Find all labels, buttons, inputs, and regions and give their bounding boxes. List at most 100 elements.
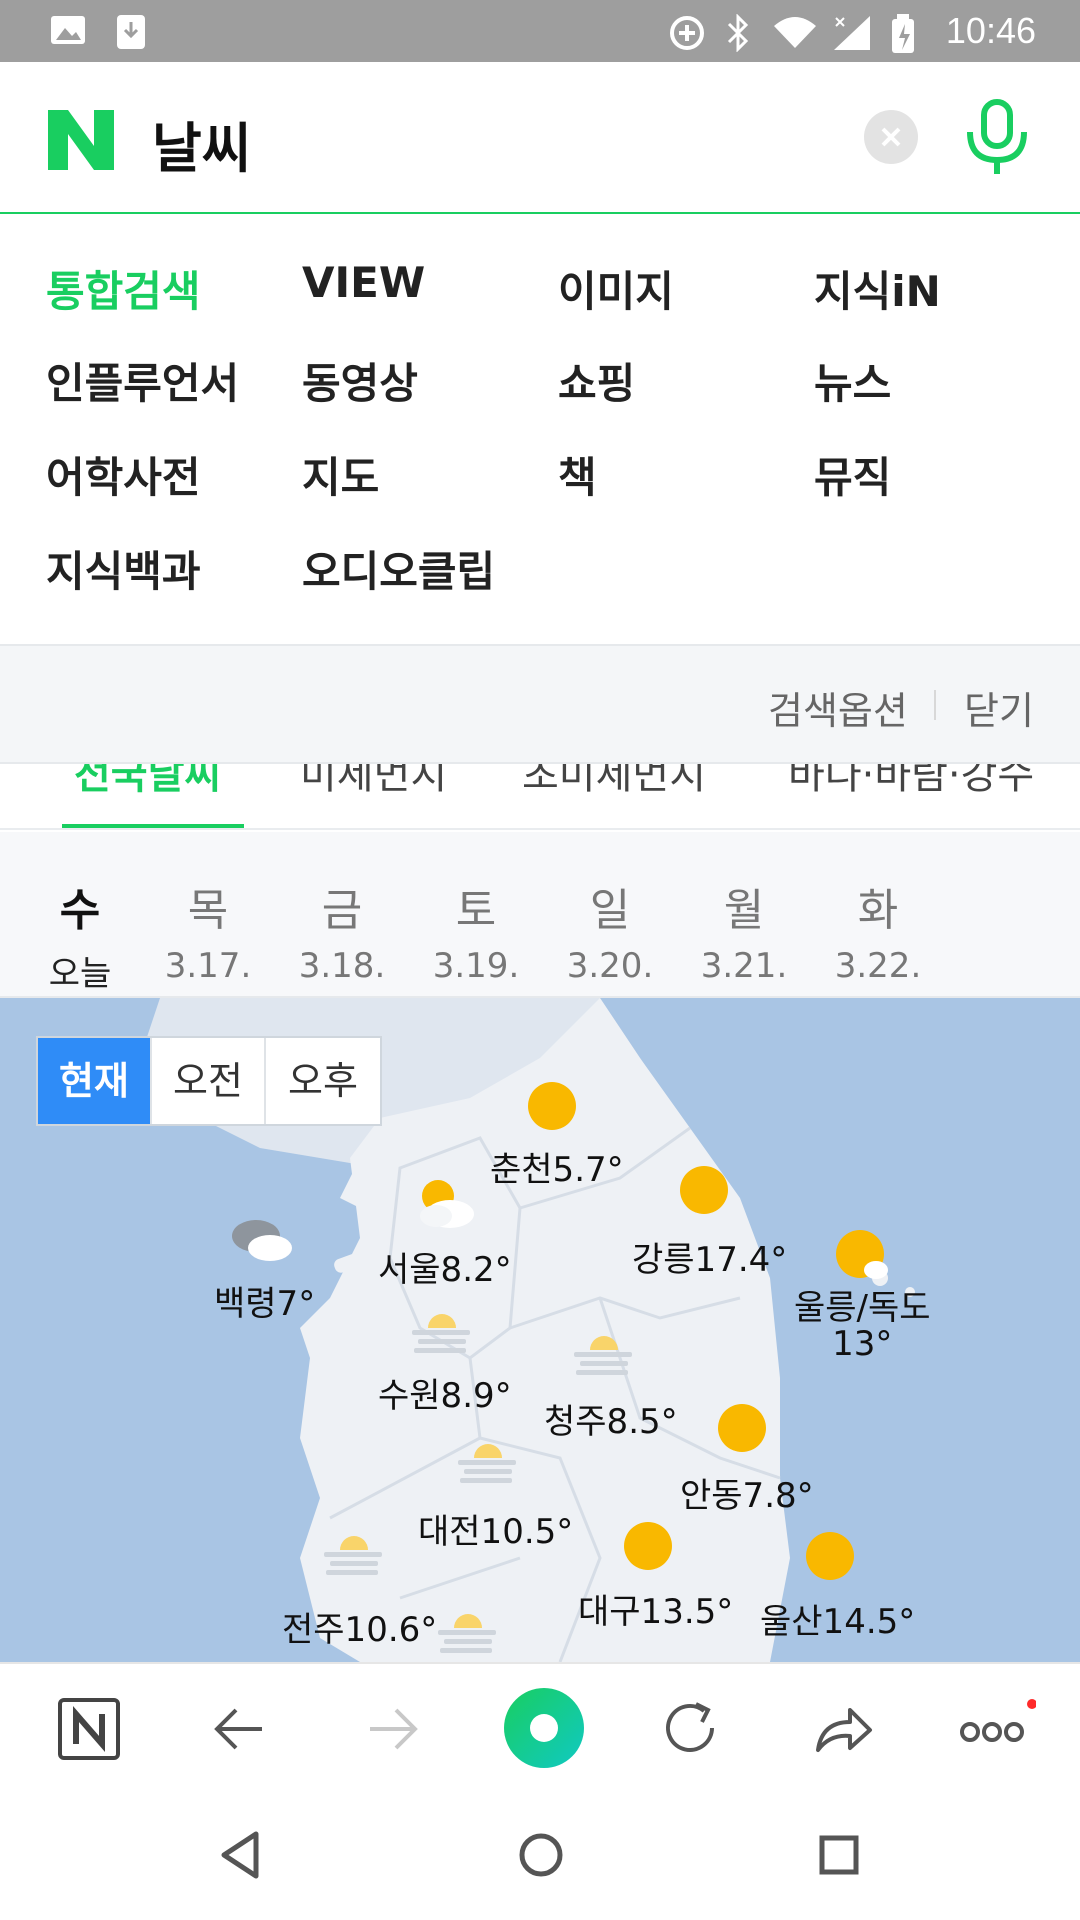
sun-icon	[680, 1166, 728, 1214]
city-daegu[interactable]: 대구13.5°	[578, 1584, 733, 1633]
haze-icon	[438, 1614, 496, 1653]
partly-cloudy-icon	[420, 1180, 474, 1228]
microphone-icon	[967, 99, 1027, 174]
day-fri[interactable]: 금 3.18.	[282, 832, 402, 986]
cloud-icon	[232, 1220, 292, 1261]
close-icon	[881, 127, 901, 147]
haze-icon	[324, 1536, 382, 1575]
city-seoul[interactable]: 서울8.2°	[378, 1242, 512, 1291]
day-label: 금	[321, 885, 363, 936]
toggle-afternoon[interactable]: 오후	[266, 1038, 380, 1124]
search-category-menu: 통합검색 VIEW 이미지 지식iN 인플루언서 동영상 쇼핑 뉴스 어학사전 …	[0, 216, 1080, 644]
day-date: 3.19.	[432, 946, 520, 986]
battery-icon	[892, 14, 914, 53]
naver-home-button[interactable]	[44, 1684, 134, 1774]
tab-ultrafine-dust[interactable]: 초미세먼지	[522, 764, 706, 800]
active-tab-indicator	[62, 824, 244, 828]
day-label: 일	[589, 885, 631, 936]
category-books[interactable]: 책	[558, 444, 597, 505]
category-shopping[interactable]: 쇼핑	[558, 350, 635, 411]
day-date: 3.22.	[834, 946, 922, 986]
category-encyclopedia[interactable]: 지식백과	[46, 538, 201, 599]
clock: 10:46	[945, 10, 1036, 51]
sun-icon	[528, 1082, 576, 1130]
nav-recents-icon[interactable]	[804, 1820, 874, 1890]
day-label: 토	[455, 885, 497, 936]
category-dictionary[interactable]: 어학사전	[46, 444, 201, 505]
city-andong[interactable]: 안동7.8°	[680, 1468, 814, 1517]
day-label: 목	[187, 885, 229, 936]
city-gangneung[interactable]: 강릉17.4°	[632, 1232, 787, 1281]
day-date: 3.17.	[164, 946, 252, 986]
weather-tabs: 전국날씨 미세먼지 초미세먼지 바다·바람·강수	[0, 764, 1080, 830]
day-sat[interactable]: 토 3.19.	[416, 832, 536, 986]
day-label: 화	[857, 885, 899, 936]
city-baengnyeong[interactable]: 백령7°	[214, 1276, 315, 1325]
status-bar: 10:46	[0, 0, 1080, 62]
bluetooth-icon	[727, 14, 749, 52]
category-images[interactable]: 이미지	[558, 258, 674, 319]
day-date: 3.20.	[566, 946, 654, 986]
toggle-now[interactable]: 현재	[38, 1038, 152, 1124]
download-icon	[117, 15, 145, 49]
category-audio-clip[interactable]: 오디오클립	[302, 538, 495, 599]
day-today[interactable]: 수 오늘	[20, 832, 140, 995]
sun-icon	[624, 1522, 672, 1570]
share-icon[interactable]	[796, 1684, 886, 1774]
tab-fine-dust[interactable]: 미세먼지	[300, 764, 447, 800]
search-input[interactable]: 날씨	[152, 104, 251, 183]
close-menu-button[interactable]: 닫기	[964, 680, 1034, 735]
city-chuncheon[interactable]: 춘천5.7°	[490, 1142, 624, 1191]
day-sun[interactable]: 일 3.20.	[550, 832, 670, 986]
category-integrated-search[interactable]: 통합검색	[46, 258, 201, 319]
back-arrow-icon[interactable]	[196, 1684, 286, 1774]
day-date: 3.21.	[700, 946, 788, 986]
gallery-icon	[51, 16, 85, 44]
toggle-morning[interactable]: 오전	[152, 1038, 266, 1124]
wifi-icon	[774, 17, 816, 48]
time-toggle: 현재 오전 오후	[36, 1036, 382, 1126]
data-saver-icon	[670, 16, 704, 50]
day-label: 월	[723, 885, 765, 936]
voice-search-button[interactable]	[960, 98, 1036, 178]
city-cheongju[interactable]: 청주8.5°	[544, 1394, 678, 1443]
naver-logo[interactable]	[48, 110, 118, 172]
city-jeonju[interactable]: 전주10.6°	[282, 1602, 437, 1651]
clear-search-button[interactable]	[864, 110, 918, 164]
more-menu-icon[interactable]	[946, 1684, 1036, 1774]
category-news[interactable]: 뉴스	[814, 350, 891, 411]
green-dot-button[interactable]	[496, 1680, 586, 1770]
tab-national-weather[interactable]: 전국날씨	[74, 764, 221, 800]
category-influencer[interactable]: 인플루언서	[46, 350, 239, 411]
cell-signal-icon	[834, 16, 870, 50]
day-tue[interactable]: 화 3.22.	[818, 832, 938, 986]
day-mon[interactable]: 월 3.21.	[684, 832, 804, 986]
day-selector: 수 오늘 목 3.17. 금 3.18. 토 3.19. 일 3.20. 월 3.21. 화…	[0, 832, 1080, 998]
sun-icon	[806, 1532, 854, 1580]
nav-back-icon[interactable]	[206, 1820, 276, 1890]
city-temp: 13°	[832, 1324, 893, 1364]
city-ulleung-dokdo[interactable]: 울릉/독도 13°	[794, 1290, 931, 1362]
forward-arrow-icon[interactable]	[346, 1684, 436, 1774]
category-knowledge-in[interactable]: 지식iN	[814, 258, 941, 319]
day-date: 3.18.	[298, 946, 386, 986]
nav-home-icon[interactable]	[506, 1820, 576, 1890]
city-suwon[interactable]: 수원8.9°	[378, 1368, 512, 1417]
sun-icon	[836, 1230, 888, 1279]
category-map[interactable]: 지도	[302, 444, 379, 505]
weather-map[interactable]: 현재 오전 오후 춘천5.7° 강릉17.4° 서울8.2° 백령7° 울릉/독…	[0, 998, 1080, 1662]
system-nav-bar	[0, 1792, 1080, 1920]
divider	[934, 690, 936, 720]
search-options-button[interactable]: 검색옵션	[768, 680, 908, 735]
category-video[interactable]: 동영상	[302, 350, 418, 411]
naver-n-icon	[48, 110, 114, 170]
category-music[interactable]: 뮤직	[814, 444, 891, 505]
refresh-icon[interactable]	[646, 1684, 736, 1774]
haze-icon	[458, 1444, 516, 1483]
day-thu[interactable]: 목 3.17.	[148, 832, 268, 986]
city-ulsan[interactable]: 울산14.5°	[760, 1594, 915, 1643]
tab-sea-wind-rain[interactable]: 바다·바람·강수	[788, 764, 1034, 800]
city-daejeon[interactable]: 대전10.5°	[418, 1504, 573, 1553]
category-view[interactable]: VIEW	[302, 258, 425, 307]
day-date: 오늘	[48, 954, 112, 994]
